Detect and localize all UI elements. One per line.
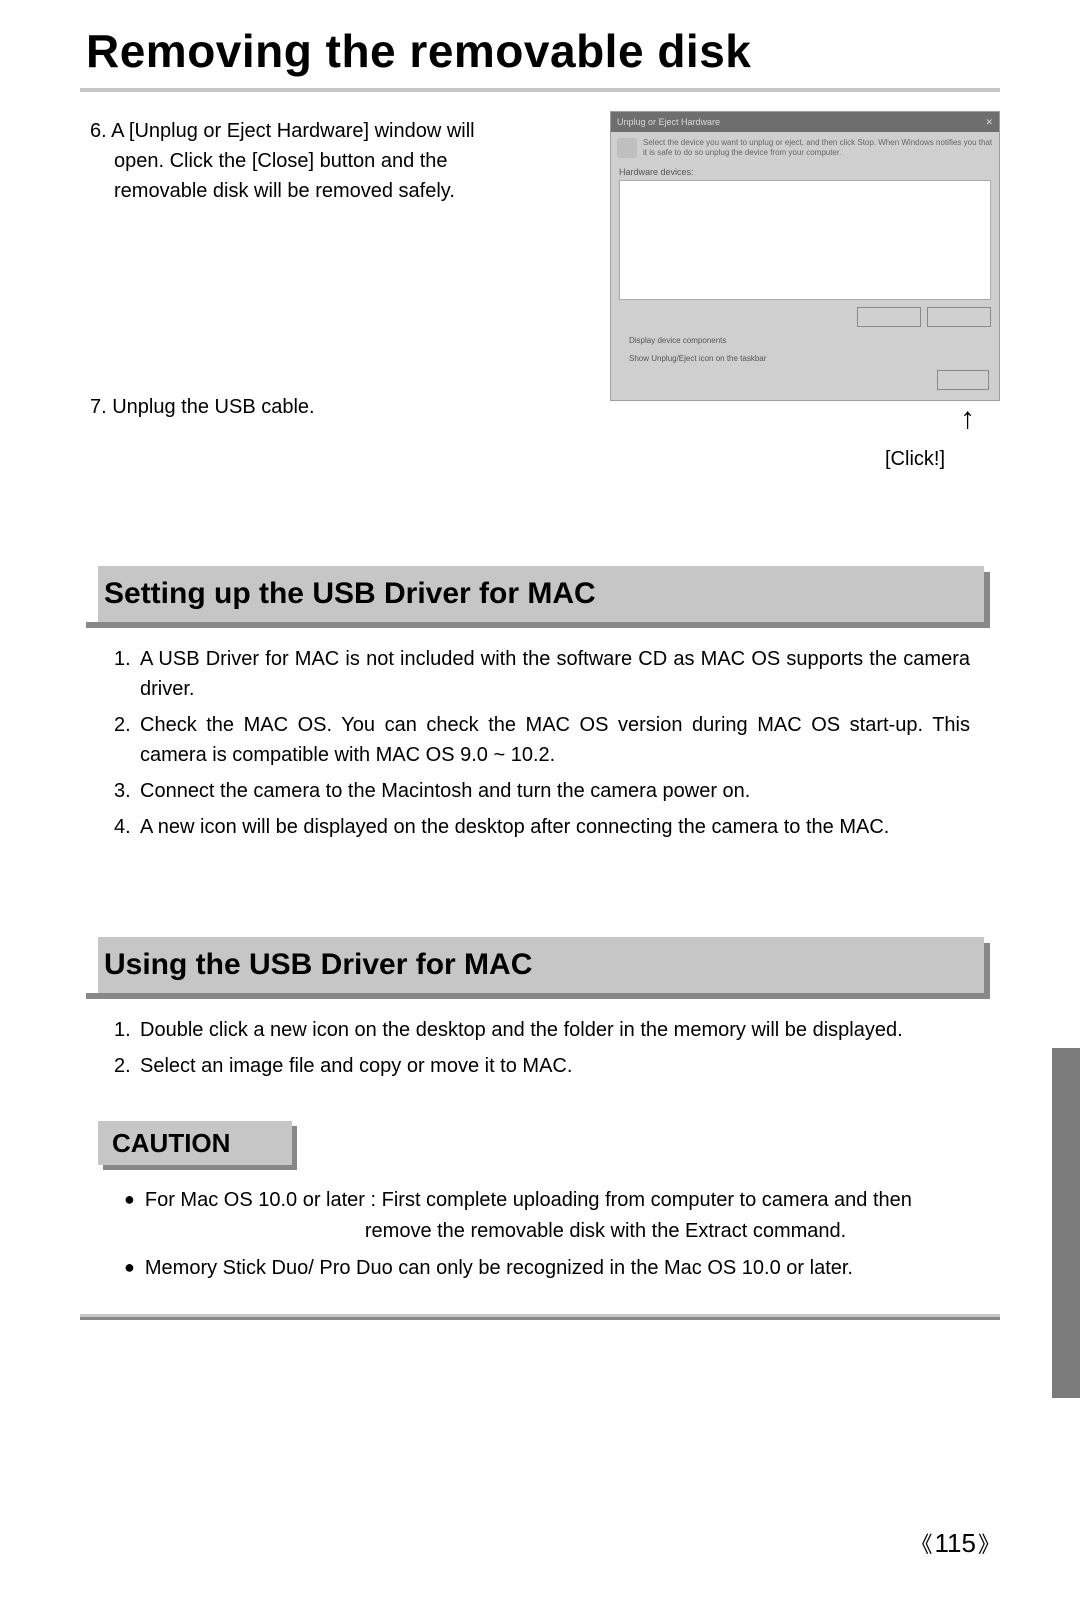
dialog-check-2: Show Unplug/Eject icon on the taskbar: [611, 349, 999, 367]
dialog-list: [619, 180, 991, 300]
s1-i1-num: 1.: [114, 644, 140, 674]
properties-button: [857, 307, 921, 327]
caution-body: ● For Mac OS 10.0 or later : First compl…: [80, 1185, 1000, 1284]
s2-i2-text: Select an image file and copy or move it…: [140, 1051, 970, 1081]
caution-heading: CAUTION: [112, 1128, 230, 1159]
arrow-icon: ↑: [960, 407, 975, 431]
step-6-num: 6.: [90, 120, 107, 142]
dialog-window: Unplug or Eject Hardware ✕ Select the de…: [610, 111, 1000, 401]
s1-i4-text: A new icon will be displayed on the desk…: [140, 812, 970, 842]
page-number-value: 115: [935, 1528, 976, 1559]
step-7: 7. Unplug the USB cable.: [90, 396, 315, 419]
section-2-body: 1.Double click a new icon on the desktop…: [80, 1015, 1000, 1081]
s1-i4-num: 4.: [114, 812, 140, 842]
caution-heading-bar: CAUTION: [98, 1121, 292, 1165]
close-button: [937, 370, 989, 390]
left-angle-icon: 《: [911, 1527, 933, 1559]
dialog-titlebar: Unplug or Eject Hardware ✕: [611, 112, 999, 132]
page-title-bar: Removing the removable disk: [80, 18, 1000, 92]
s2-i1-num: 1.: [114, 1015, 140, 1045]
caution-divider: [80, 1314, 1000, 1320]
section-1-body: 1.A USB Driver for MAC is not included w…: [80, 644, 1000, 842]
bullet-icon: ●: [124, 1253, 135, 1284]
top-section: 6. A [Unplug or Eject Hardware] window w…: [80, 116, 1000, 476]
step-6: 6. A [Unplug or Eject Hardware] window w…: [90, 116, 520, 206]
section-1-heading: Setting up the USB Driver for MAC: [104, 577, 596, 611]
s1-i2-text: Check the MAC OS. You can check the MAC …: [140, 710, 970, 770]
screenshot: Unplug or Eject Hardware ✕ Select the de…: [610, 111, 1000, 401]
bullet-icon: ●: [124, 1185, 135, 1247]
step-6-line1: A [Unplug or Eject Hardware] window will: [111, 120, 475, 142]
page-title: Removing the removable disk: [80, 18, 761, 88]
dialog-description: Select the device you want to unplug or …: [643, 138, 993, 159]
s2-i2-num: 2.: [114, 1051, 140, 1081]
dialog-icon: [617, 138, 637, 158]
s1-i3-num: 3.: [114, 776, 140, 806]
s1-i2-num: 2.: [114, 710, 140, 740]
page-number: 《 115 》: [911, 1527, 1000, 1559]
section-2-heading-bar: Using the USB Driver for MAC: [80, 937, 984, 993]
s1-i3-text: Connect the camera to the Macintosh and …: [140, 776, 970, 806]
dialog-title: Unplug or Eject Hardware: [617, 117, 720, 127]
caution-b1-line1: For Mac OS 10.0 or later : First complet…: [145, 1189, 912, 1211]
s2-i1-text: Double click a new icon on the desktop a…: [140, 1015, 970, 1045]
section-2-heading: Using the USB Driver for MAC: [104, 948, 532, 982]
dialog-list-label: Hardware devices:: [611, 165, 999, 177]
close-icon: ✕: [985, 117, 993, 128]
caution-b2: Memory Stick Duo/ Pro Duo can only be re…: [145, 1253, 990, 1284]
side-tab: [1052, 1048, 1080, 1398]
step-6-line3: removable disk will be removed safely.: [90, 176, 520, 206]
dialog-check-1: Display device components: [611, 331, 999, 349]
right-angle-icon: 》: [978, 1527, 1000, 1559]
step-6-line2: open. Click the [Close] button and the: [90, 146, 520, 176]
caution-b1-line2: remove the removable disk with the Extra…: [145, 1220, 846, 1242]
click-label: [Click!]: [885, 448, 945, 471]
s1-i1-text: A USB Driver for MAC is not included wit…: [140, 644, 970, 704]
section-1-heading-bar: Setting up the USB Driver for MAC: [80, 566, 984, 622]
stop-button: [927, 307, 991, 327]
